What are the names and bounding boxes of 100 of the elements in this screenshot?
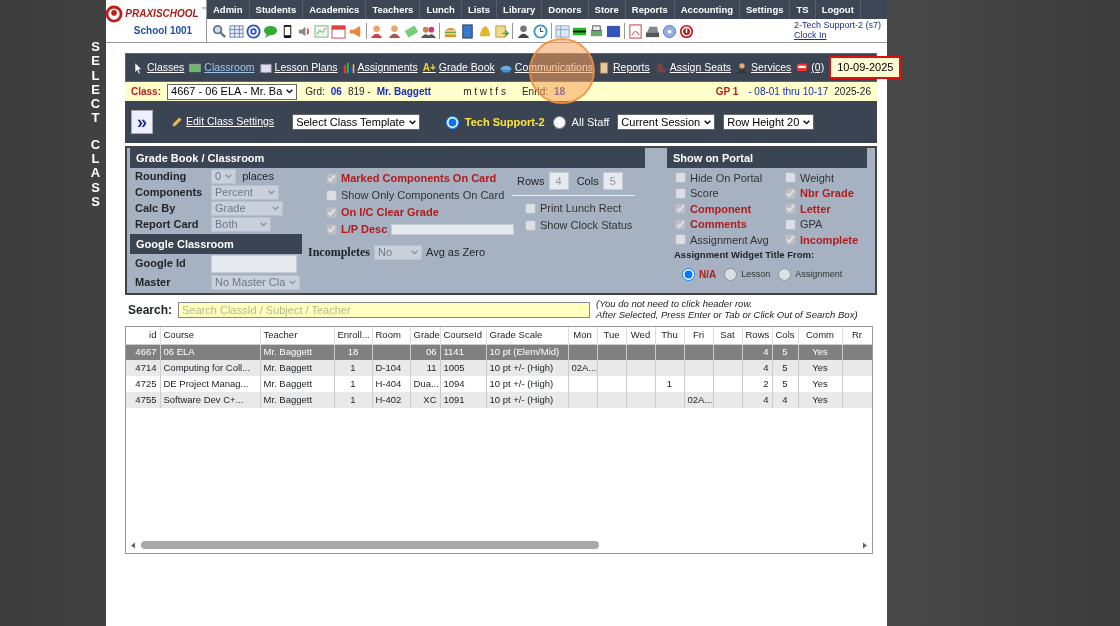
menu-item[interactable]: Store xyxy=(588,0,626,19)
google-id-field[interactable] xyxy=(211,254,297,273)
session-select[interactable]: Current Session xyxy=(617,114,716,130)
menu-item[interactable]: Donors xyxy=(542,0,589,19)
column-header[interactable]: Course xyxy=(160,327,260,344)
nav-link[interactable]: Services xyxy=(736,59,792,76)
column-header[interactable]: Cols xyxy=(772,327,798,344)
grade-value: 06 xyxy=(330,85,342,99)
menu-item[interactable]: Settings xyxy=(740,0,791,19)
nav-link[interactable]: Reports xyxy=(598,59,650,76)
column-header[interactable]: id xyxy=(126,327,160,344)
chart-icon[interactable] xyxy=(314,23,329,39)
nav-link[interactable]: Classroom xyxy=(189,59,255,76)
column-header[interactable]: Room xyxy=(372,327,410,344)
menu-item[interactable]: TS xyxy=(790,0,816,19)
option-label: Letter xyxy=(800,201,831,217)
menu-item[interactable]: Library xyxy=(497,0,543,19)
caret-icon xyxy=(285,87,295,96)
column-header[interactable]: Wed xyxy=(626,327,655,344)
row-height-select[interactable]: Row Height 20 xyxy=(723,114,815,130)
staff-radio[interactable] xyxy=(445,115,459,129)
widget-radio[interactable] xyxy=(682,267,695,281)
menu-item[interactable]: Logout xyxy=(815,0,861,19)
column-header[interactable]: Thu xyxy=(655,327,684,344)
nav-link[interactable]: Assignments xyxy=(342,59,418,76)
table-row[interactable]: 4755 Software Dev C+... Mr. Baggett 1 H-402 XC 1091 10 pt +/- (High) 02A... 4 4 Yes xyxy=(126,392,872,408)
nav-link[interactable]: Assign Seats xyxy=(654,59,732,76)
search-field[interactable]: Search ClassId / Subject / Teacher xyxy=(178,302,591,318)
search-icon[interactable] xyxy=(212,23,227,39)
nav-link[interactable]: A+ Grade Book xyxy=(422,59,495,76)
menu-item[interactable]: Students xyxy=(249,0,304,19)
option-label: Hide On Portal xyxy=(690,170,763,186)
column-header[interactable]: Enroll... xyxy=(334,327,372,344)
column-header[interactable]: CourseId xyxy=(440,327,486,344)
search-hint: (You do not need to click header row. xyxy=(596,299,754,310)
menu-item[interactable]: Reports xyxy=(625,0,675,19)
radio-label: All Staff xyxy=(571,114,610,130)
column-header[interactable]: Comm xyxy=(798,327,842,344)
menu-item[interactable]: Lists xyxy=(461,0,498,19)
menu-item[interactable]: Academics xyxy=(303,0,367,19)
option-label: Assignment Avg xyxy=(690,232,769,248)
clock-icon[interactable] xyxy=(533,23,548,39)
table-row[interactable]: 4667 06 ELA Mr. Baggett 18 06 1141 10 pt (Elem/Mid) 4 5 Yes xyxy=(126,344,872,360)
cols-label: Cols xyxy=(576,173,599,189)
column-header[interactable]: Rr xyxy=(842,327,872,344)
class-select[interactable]: 4667 - 06 ELA - Mr. Ba xyxy=(167,83,298,100)
school-year: 2025-26 xyxy=(834,85,871,99)
pencil-icon xyxy=(171,116,183,128)
bar-chart-icon xyxy=(342,61,355,74)
square-icon[interactable] xyxy=(606,23,621,39)
column-header[interactable]: Tue xyxy=(597,327,626,344)
table-cell: Yes xyxy=(798,392,842,408)
menu-item[interactable]: Accounting xyxy=(674,0,740,19)
table-cell: 1091 xyxy=(440,392,486,408)
calendar-icon[interactable] xyxy=(331,23,346,39)
nav-link[interactable]: Classes xyxy=(132,59,185,76)
field-label: Report Card xyxy=(135,216,200,232)
widget-radio[interactable] xyxy=(724,267,738,281)
option-label: Incomplete xyxy=(800,232,859,248)
book-icon[interactable] xyxy=(460,23,475,39)
expand-button[interactable]: » xyxy=(131,110,153,134)
column-header[interactable]: Grade xyxy=(410,327,440,344)
option-label: Print Lunch Rect xyxy=(540,201,622,217)
person-icon[interactable] xyxy=(516,23,531,39)
field-label: Google Id xyxy=(135,256,187,272)
rows-label: Rows xyxy=(517,173,545,189)
person-icon[interactable] xyxy=(387,23,402,39)
template-select[interactable]: Select Class Template xyxy=(292,114,420,130)
staff-radio[interactable] xyxy=(552,115,566,129)
menu-item[interactable]: Admin xyxy=(207,0,250,19)
nav-link[interactable]: (0) xyxy=(796,59,825,76)
printer-icon[interactable] xyxy=(589,23,604,39)
teacher-id: 819 - xyxy=(347,85,371,99)
edit-settings-link[interactable]: Edit Class Settings xyxy=(171,114,275,130)
option-label: Marked Components On Card xyxy=(341,171,497,187)
person-icon[interactable] xyxy=(370,23,385,39)
column-header[interactable]: Sat xyxy=(713,327,742,344)
column-header[interactable]: Grade Scale xyxy=(486,327,568,344)
clock-in-link[interactable]: Clock In xyxy=(793,30,827,41)
column-header[interactable]: Teacher xyxy=(260,327,334,344)
option-label: GPA xyxy=(800,217,823,232)
menu-item[interactable]: Lunch xyxy=(420,0,462,19)
description-field[interactable] xyxy=(391,224,515,235)
enrolled-count: 18 xyxy=(554,85,566,99)
scroll-left-icon[interactable] xyxy=(129,540,137,550)
nav-link[interactable]: Lesson Plans xyxy=(259,59,338,76)
megaphone-icon[interactable] xyxy=(348,23,363,39)
column-header[interactable]: Mon xyxy=(568,327,597,344)
column-header[interactable]: Fri xyxy=(684,327,713,344)
scroll-right-icon[interactable] xyxy=(861,540,869,550)
menu-item[interactable]: Teachers xyxy=(366,0,421,19)
document-icon[interactable] xyxy=(494,23,509,39)
widget-radio[interactable] xyxy=(778,267,792,281)
grid-icon[interactable] xyxy=(229,23,244,39)
table-row[interactable]: 4714 Computing for Coll... Mr. Baggett 1 D-104 11 1005 10 pt +/- (High) 02A... 4 5 Yes xyxy=(126,360,872,376)
scrollbar-thumb[interactable] xyxy=(141,541,599,549)
column-header[interactable]: Rows xyxy=(742,327,772,344)
table-cell: 1 xyxy=(334,392,372,408)
section-header: Show on Portal xyxy=(667,148,867,168)
stop-icon[interactable] xyxy=(679,23,694,39)
